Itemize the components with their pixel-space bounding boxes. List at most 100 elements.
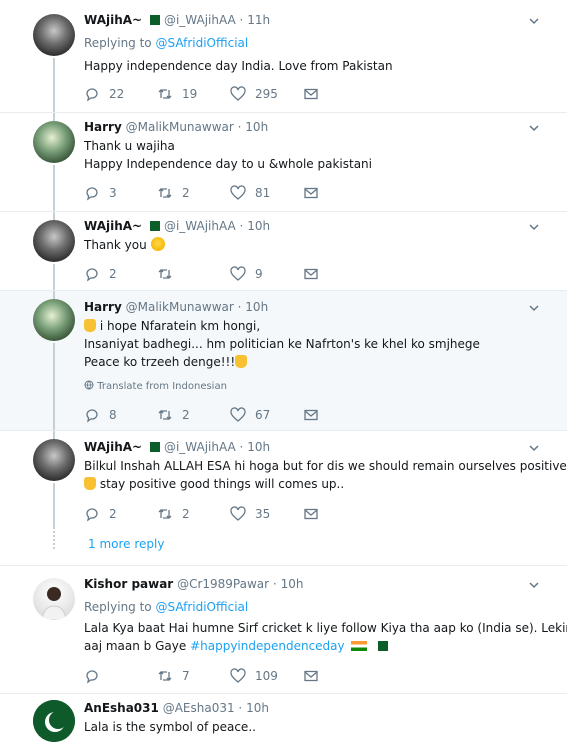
- tweet-header: WAjihA~ @i_WAjihAA · 10h: [84, 440, 271, 454]
- mention-link[interactable]: @SAfridiOfficial: [155, 600, 248, 614]
- display-name[interactable]: Kishor pawar: [84, 577, 173, 591]
- dm-icon: [304, 88, 318, 100]
- retweet-button[interactable]: 7: [157, 668, 190, 684]
- tweet-3[interactable]: WAjihA~ @i_WAjihAA · 10h Thank you 2 9: [0, 212, 567, 290]
- pakistan-flag-icon: [146, 15, 161, 25]
- display-name[interactable]: Harry: [84, 120, 122, 134]
- retweet-count: 7: [182, 669, 190, 683]
- display-name[interactable]: AnEsha031: [84, 701, 159, 715]
- reply-button[interactable]: 8: [84, 407, 117, 423]
- avatar[interactable]: [33, 439, 75, 481]
- retweet-icon: [158, 410, 172, 420]
- handle[interactable]: @AEsha031: [163, 701, 235, 715]
- handle[interactable]: @i_WAjihAA: [164, 219, 236, 233]
- tweet-5[interactable]: WAjihA~ @i_WAjihAA · 10h Bilkul Inshah A…: [0, 431, 567, 529]
- reply-button[interactable]: 2: [84, 266, 117, 282]
- chevron-down-icon[interactable]: [528, 442, 540, 454]
- tweet-6[interactable]: Kishor pawar @Cr1989Pawar · 10h Replying…: [0, 566, 567, 693]
- chevron-down-icon[interactable]: [528, 302, 540, 314]
- avatar[interactable]: [33, 299, 75, 341]
- handle[interactable]: @MalikMunawwar: [126, 120, 234, 134]
- like-count: 35: [255, 507, 271, 521]
- handle[interactable]: @MalikMunawwar: [126, 300, 234, 314]
- thread-line: [53, 431, 55, 439]
- like-icon: [230, 506, 246, 521]
- retweet-button[interactable]: 19: [157, 86, 197, 102]
- retweet-count: 19: [182, 87, 198, 101]
- tweet-4[interactable]: Harry @MalikMunawwar · 10h i hope Nfarat…: [0, 291, 567, 430]
- thread-line: [53, 113, 55, 121]
- avatar[interactable]: [33, 121, 75, 163]
- thread-line: [53, 58, 55, 112]
- retweet-button[interactable]: 2: [157, 407, 190, 423]
- handle[interactable]: @i_WAjihAA: [164, 13, 236, 27]
- tweet-header: Harry @MalikMunawwar · 10h: [84, 120, 269, 134]
- retweet-button[interactable]: 2: [157, 185, 190, 201]
- tweet-text: Lala Kya baat Hai humne Sirf cricket k l…: [84, 621, 567, 653]
- retweet-button[interactable]: 2: [157, 506, 190, 522]
- reply-button[interactable]: 22: [84, 86, 124, 102]
- like-button[interactable]: 295: [230, 86, 278, 102]
- dm-button[interactable]: [303, 668, 319, 684]
- tweet-header: WAjihA~ @i_WAjihAA · 10h: [84, 219, 271, 233]
- mention-link[interactable]: @SAfridiOfficial: [155, 36, 248, 50]
- display-name[interactable]: WAjihA~: [84, 13, 142, 27]
- timestamp[interactable]: 10h: [247, 440, 270, 454]
- like-button[interactable]: 81: [230, 185, 270, 201]
- tweet-header: AnEsha031 @AEsha031 · 10h: [84, 701, 269, 715]
- timestamp[interactable]: 10h: [245, 300, 268, 314]
- tweet-2[interactable]: Harry @MalikMunawwar · 10h Thank u wajih…: [0, 113, 567, 211]
- person-icon: [41, 587, 67, 620]
- thumbs-up-emoji-icon: [84, 319, 96, 332]
- display-name[interactable]: WAjihA~: [84, 219, 142, 233]
- like-button[interactable]: 35: [230, 506, 270, 522]
- dm-button[interactable]: [303, 185, 319, 201]
- hashtag-link[interactable]: #happyindependenceday: [190, 639, 345, 653]
- retweet-count: 2: [182, 408, 190, 422]
- chevron-down-icon[interactable]: [528, 15, 540, 27]
- retweet-count: 2: [182, 507, 190, 521]
- dm-button[interactable]: [303, 506, 319, 522]
- dm-button[interactable]: [303, 266, 319, 282]
- retweet-button[interactable]: [157, 266, 173, 282]
- timestamp[interactable]: 10h: [246, 701, 269, 715]
- display-name[interactable]: Harry: [84, 300, 122, 314]
- translate-link[interactable]: Translate from Indonesian: [84, 380, 227, 392]
- more-replies-link[interactable]: 1 more reply: [88, 537, 164, 551]
- avatar[interactable]: [33, 14, 75, 56]
- timestamp[interactable]: 10h: [247, 219, 270, 233]
- thread-line: [53, 165, 55, 211]
- display-name[interactable]: WAjihA~: [84, 440, 142, 454]
- avatar[interactable]: [33, 700, 75, 742]
- like-button[interactable]: 9: [230, 266, 263, 282]
- like-button[interactable]: 109: [230, 668, 278, 684]
- tweet-7[interactable]: AnEsha031 @AEsha031 · 10h Lala is the sy…: [0, 694, 567, 742]
- chevron-down-icon[interactable]: [528, 579, 540, 591]
- like-button[interactable]: 67: [230, 407, 270, 423]
- dm-button[interactable]: [303, 407, 319, 423]
- chevron-down-icon[interactable]: [528, 122, 540, 134]
- timestamp[interactable]: 10h: [245, 120, 268, 134]
- reply-button[interactable]: 2: [84, 506, 117, 522]
- thread-line: [53, 483, 55, 529]
- avatar[interactable]: [33, 220, 75, 262]
- handle[interactable]: @Cr1989Pawar: [177, 577, 269, 591]
- thread-line: [53, 343, 55, 430]
- handle[interactable]: @i_WAjihAA: [164, 440, 236, 454]
- pakistan-flag-icon: [374, 641, 389, 651]
- reply-icon: [86, 187, 98, 201]
- reply-button[interactable]: 3: [84, 185, 117, 201]
- timestamp[interactable]: 10h: [281, 577, 304, 591]
- thumbs-up-emoji-icon: [235, 355, 248, 368]
- retweet-icon: [158, 188, 172, 198]
- tweet-text: i hope Nfaratein km hongi, Insaniyat bad…: [84, 319, 480, 369]
- tweet-header: WAjihA~ @i_WAjihAA · 11h: [84, 13, 271, 27]
- reply-button[interactable]: [84, 668, 100, 684]
- chevron-down-icon[interactable]: [528, 221, 540, 233]
- avatar[interactable]: [33, 578, 75, 620]
- timestamp[interactable]: 11h: [247, 13, 270, 27]
- dm-icon: [304, 409, 318, 421]
- dm-icon: [304, 268, 318, 280]
- dm-button[interactable]: [303, 86, 319, 102]
- tweet-1[interactable]: WAjihA~ @i_WAjihAA · 11h Replying to @SA…: [0, 0, 567, 112]
